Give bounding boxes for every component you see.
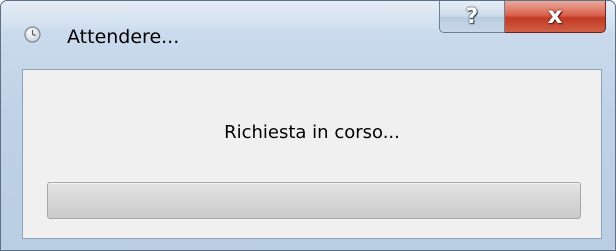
help-button[interactable]: ? xyxy=(439,1,505,33)
caption-buttons: ? x xyxy=(439,1,606,33)
progress-bar xyxy=(47,182,581,219)
clock-icon xyxy=(24,26,41,43)
close-icon: x xyxy=(547,3,563,29)
help-icon: ? xyxy=(465,4,479,28)
window-title: Attendere... xyxy=(67,26,180,48)
dialog-content: Richiesta in corso... xyxy=(22,69,602,239)
status-message: Richiesta in corso... xyxy=(224,122,400,143)
title-bar[interactable]: Attendere... ? x xyxy=(1,1,615,48)
window-bottom-frame xyxy=(1,238,615,250)
close-button[interactable]: x xyxy=(505,1,606,33)
progress-dialog-window: Attendere... ? x Richiesta in corso... xyxy=(0,0,616,251)
